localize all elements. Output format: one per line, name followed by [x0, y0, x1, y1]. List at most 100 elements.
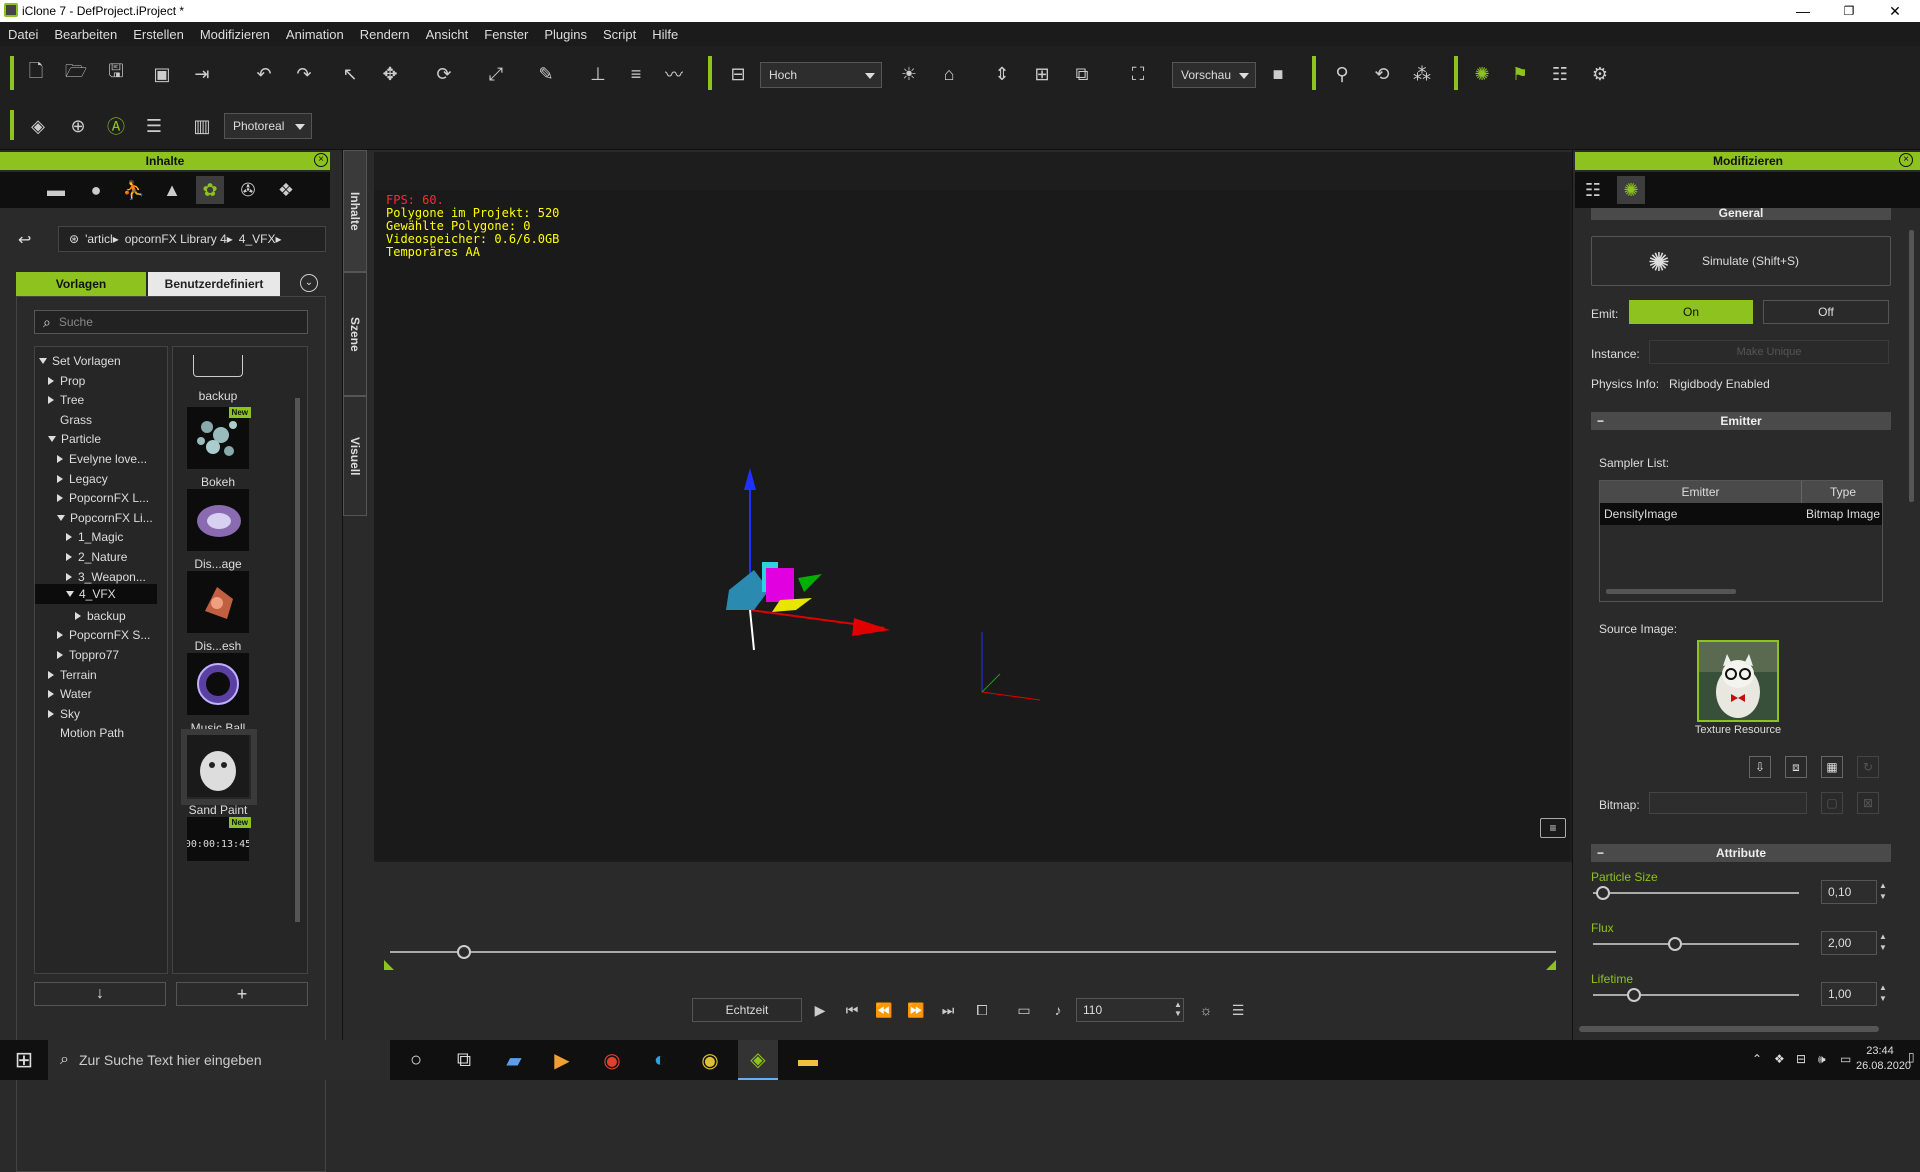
- attribute-slider[interactable]: [1593, 943, 1799, 945]
- template-icon[interactable]: ❖: [272, 176, 300, 204]
- menu-fenster[interactable]: Fenster: [476, 27, 536, 42]
- flag-icon[interactable]: ⚑: [1506, 60, 1534, 88]
- collapsed-icon[interactable]: [57, 631, 63, 640]
- chevron-down-icon[interactable]: ⌄: [300, 274, 318, 292]
- preview-camera-dropdown[interactable]: Vorschau: [1172, 62, 1256, 88]
- panel-vertical-scrollbar[interactable]: [1909, 230, 1914, 502]
- clock[interactable]: 23:44 26.08.2020: [1856, 1044, 1911, 1074]
- tree-item[interactable]: Motion Path: [48, 721, 124, 745]
- menu-script[interactable]: Script: [595, 27, 644, 42]
- go-start-icon[interactable]: ⏮: [838, 996, 866, 1024]
- item-thumbnail[interactable]: [187, 653, 251, 717]
- collapsed-icon[interactable]: [66, 572, 72, 581]
- timeline-handle[interactable]: [457, 945, 471, 959]
- media-icon[interactable]: ✇: [234, 176, 262, 204]
- network-icon[interactable]: ⊟: [1796, 1052, 1806, 1066]
- playback-mode[interactable]: Echtzeit: [692, 998, 802, 1022]
- edit-icon[interactable]: ✎: [532, 60, 560, 88]
- breadcrumb-item[interactable]: 4_VFX▸: [239, 232, 282, 246]
- menu-ansicht[interactable]: Ansicht: [418, 27, 477, 42]
- collapsed-icon[interactable]: [57, 494, 63, 503]
- video-camera-icon[interactable]: ■: [1264, 60, 1292, 88]
- camera-sync-icon[interactable]: ⧉: [1068, 60, 1096, 88]
- select-arrow-icon[interactable]: ↖: [336, 60, 364, 88]
- menu-bearbeiten[interactable]: Bearbeiten: [46, 27, 125, 42]
- subtitle-icon[interactable]: ▭: [1010, 996, 1038, 1024]
- tab-templates[interactable]: Vorlagen: [16, 272, 146, 296]
- save-icon[interactable]: 🖫: [102, 60, 130, 88]
- table-scrollbar[interactable]: [1606, 589, 1736, 594]
- expanded-icon[interactable]: [57, 514, 65, 521]
- section-attribute[interactable]: − Attribute: [1591, 844, 1891, 862]
- file-explorer-icon[interactable]: ▬: [788, 1040, 828, 1080]
- item-thumbnail[interactable]: New: [187, 407, 251, 471]
- item-thumbnail[interactable]: [187, 351, 251, 381]
- timeline-track[interactable]: [390, 951, 1556, 953]
- load-image-icon[interactable]: ⇩: [1749, 756, 1771, 778]
- light-icon[interactable]: ☀: [895, 60, 923, 88]
- frame-input[interactable]: 110: [1076, 998, 1184, 1022]
- view-quality-dropdown[interactable]: Hoch: [760, 62, 882, 88]
- collapsed-icon[interactable]: [48, 376, 54, 385]
- modify-panel-close-icon[interactable]: ×: [1899, 153, 1913, 167]
- shader-icon[interactable]: ◈: [24, 112, 52, 140]
- attribute-slider[interactable]: [1593, 994, 1799, 996]
- stage-icon[interactable]: ▲: [158, 176, 186, 204]
- frame-icon[interactable]: ⛶: [1124, 60, 1152, 88]
- physics-icon[interactable]: ⚲: [1328, 60, 1356, 88]
- prev-frame-icon[interactable]: ⏪: [870, 996, 898, 1024]
- emit-off-button[interactable]: Off: [1763, 300, 1889, 324]
- notification-icon[interactable]: ▯: [1908, 1050, 1915, 1064]
- bitmap-clear-icon[interactable]: ⊠: [1857, 792, 1879, 814]
- cortana-icon[interactable]: ○: [396, 1040, 436, 1080]
- collapsed-icon[interactable]: [75, 611, 81, 620]
- fit-icon[interactable]: ⊞: [1028, 60, 1056, 88]
- side-tab-scene[interactable]: Szene: [343, 272, 367, 396]
- panel-horizontal-scrollbar[interactable]: [1579, 1026, 1879, 1032]
- link-icon[interactable]: 〰: [660, 60, 688, 88]
- breadcrumb-item[interactable]: 'articl▸: [85, 232, 119, 246]
- range-start-marker[interactable]: [384, 960, 394, 970]
- table-header-type[interactable]: Type: [1802, 481, 1882, 503]
- play-icon[interactable]: ▶: [806, 996, 834, 1024]
- item-thumbnail[interactable]: 00:00:13:45 New: [187, 817, 251, 863]
- props-tab-icon[interactable]: ✿: [196, 176, 224, 204]
- menu-rendern[interactable]: Rendern: [352, 27, 418, 42]
- range-end-marker[interactable]: [1546, 960, 1556, 970]
- actor-icon[interactable]: ●: [82, 176, 110, 204]
- expanded-icon[interactable]: [66, 591, 74, 598]
- slider-handle[interactable]: [1668, 937, 1683, 951]
- breadcrumb-item[interactable]: opcornFX Library 4▸: [125, 232, 233, 246]
- task-view-icon[interactable]: ⧉: [444, 1040, 484, 1080]
- stepper-icon[interactable]: ▲ ▼: [1879, 880, 1887, 902]
- collapsed-icon[interactable]: [48, 690, 54, 699]
- close-button[interactable]: ✕: [1872, 0, 1918, 22]
- expanded-icon[interactable]: [48, 436, 56, 443]
- collapsed-icon[interactable]: [66, 553, 72, 561]
- motion-icon[interactable]: ⛹: [120, 176, 148, 204]
- settings-link-icon[interactable]: ⚙: [1586, 60, 1614, 88]
- item-thumbnail[interactable]: [187, 489, 251, 553]
- align-icon[interactable]: ⊥: [584, 60, 612, 88]
- calendar-icon[interactable]: ▥: [188, 112, 216, 140]
- chrome-icon[interactable]: ◉: [592, 1040, 632, 1080]
- section-general[interactable]: General: [1591, 207, 1891, 220]
- volume-icon[interactable]: 🕪: [1818, 1052, 1826, 1067]
- side-tab-content[interactable]: Inhalte: [343, 150, 367, 272]
- tree-item[interactable]: 4_VFX: [35, 584, 157, 605]
- attribute-value-input[interactable]: 0,10: [1821, 880, 1877, 904]
- collapsed-icon[interactable]: [48, 396, 54, 405]
- stepper-icon[interactable]: ▲ ▼: [1879, 931, 1887, 953]
- redo-icon[interactable]: ↷: [290, 60, 318, 88]
- dropbox-icon[interactable]: ❖: [1774, 1052, 1785, 1066]
- next-frame-icon[interactable]: ⏩: [902, 996, 930, 1024]
- tray-chevron-icon[interactable]: ⌃: [1752, 1052, 1762, 1066]
- particle-tab-icon[interactable]: ✺: [1617, 176, 1645, 204]
- simulate-button[interactable]: ✺ Simulate (Shift+S): [1591, 236, 1891, 286]
- fit-height-icon[interactable]: ⇕: [988, 60, 1016, 88]
- go-end-icon[interactable]: ⏭: [934, 996, 962, 1024]
- attribute-value-input[interactable]: 1,00: [1821, 982, 1877, 1006]
- menu-hilfe[interactable]: Hilfe: [644, 27, 686, 42]
- home-camera-icon[interactable]: ⌂: [935, 60, 963, 88]
- rotate-icon[interactable]: ⟳: [430, 60, 458, 88]
